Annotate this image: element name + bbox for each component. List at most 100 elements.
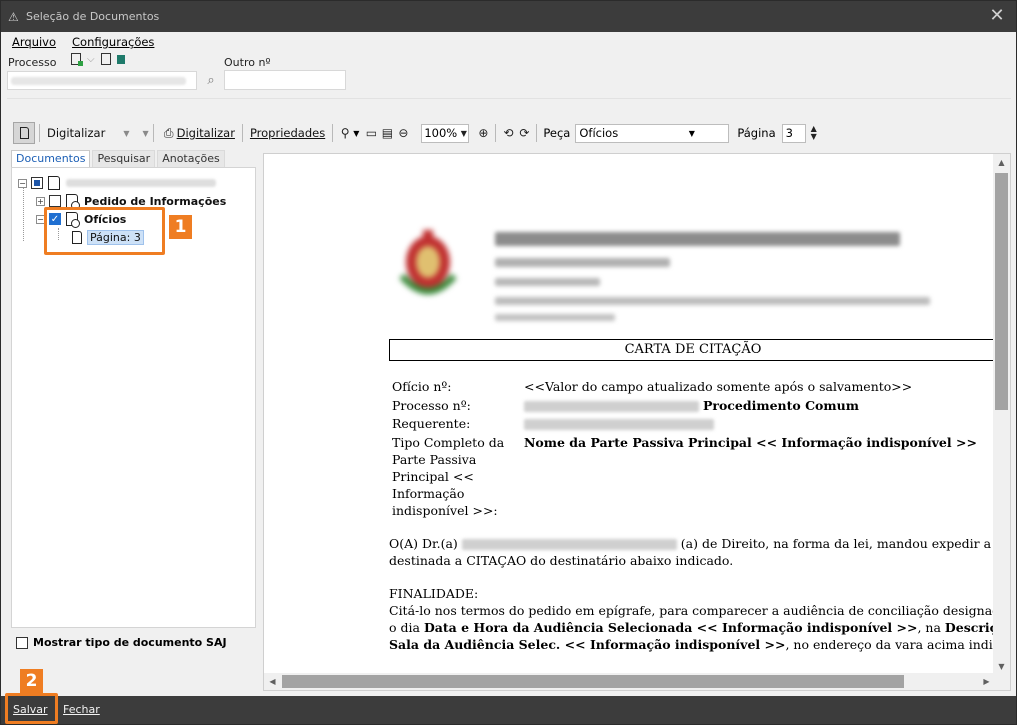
- tree-connector: [23, 185, 24, 241]
- scroll-left-icon[interactable]: ◀: [264, 673, 281, 690]
- document-icon: [48, 176, 60, 190]
- close-button[interactable]: Fechar: [63, 701, 100, 719]
- fit-page-icon[interactable]: ▤: [379, 125, 395, 141]
- menu-configuracoes[interactable]: Configurações: [72, 35, 154, 49]
- para-text: Data e Hora da Audiência Selecionada << …: [423, 620, 918, 635]
- field-label-wrap: Informação: [392, 486, 465, 501]
- zoom-in-icon[interactable]: ⊕: [475, 125, 491, 141]
- scan-dropdown[interactable]: Digitalizar ▼: [44, 122, 132, 144]
- other-number-label: Outro nº: [224, 56, 271, 69]
- zoom-icon[interactable]: ⚲: [337, 125, 353, 141]
- letter-title: CARTA DE CITAÇÃO: [389, 339, 995, 361]
- redacted-value: [11, 77, 186, 85]
- page-spinner[interactable]: ▲ ▼: [811, 125, 817, 141]
- other-number-input[interactable]: [224, 70, 346, 90]
- scan-button[interactable]: ⎙ Digitalizar: [158, 122, 238, 144]
- dropdown-arrow-icon[interactable]: ▼: [142, 129, 148, 138]
- search-icon[interactable]: ⌕: [202, 72, 220, 90]
- toolbar-separator: [536, 124, 538, 142]
- para-text: , no endereço da vara acima indicado.: [785, 637, 995, 652]
- field-value: Nome da Parte Passiva Principal << Infor…: [524, 435, 977, 450]
- para-text: o dia: [389, 620, 424, 635]
- field-label-wrap: Parte Passiva: [392, 452, 477, 467]
- root-checkbox[interactable]: [31, 177, 43, 189]
- dropdown-arrow-icon[interactable]: ▼: [353, 129, 359, 138]
- dropdown-arrow-icon: ▼: [123, 128, 130, 138]
- paragraph-line: o dia Data e Hora da Audiência Seleciona…: [389, 619, 995, 636]
- zoom-select[interactable]: 100% ▼: [421, 123, 470, 143]
- redacted-root-label: [66, 179, 216, 187]
- tab-anotacoes[interactable]: Anotações: [157, 150, 225, 167]
- vertical-scrollbar[interactable]: ▲ ▼: [993, 154, 1010, 675]
- para-text: (a) de Direito, na forma da lei, mandou …: [680, 536, 995, 551]
- field-label: Requerente:: [392, 416, 471, 431]
- process-number-input[interactable]: [7, 71, 197, 90]
- toolbar-separator: [495, 124, 497, 142]
- chevron-down-icon: ▼: [460, 128, 467, 138]
- title-bar: ⚠ Seleção de Documentos ✕: [1, 1, 1016, 32]
- page-label: Página: [737, 126, 776, 140]
- toolbar-separator: [241, 124, 243, 142]
- horizontal-scrollbar[interactable]: ◀ ▶: [264, 673, 995, 690]
- scan-label: Digitalizar: [47, 126, 106, 140]
- redacted-court-line: [495, 278, 600, 286]
- chevron-down-icon[interactable]: ⌵: [87, 54, 95, 65]
- divider: [7, 98, 1011, 99]
- menu-arquivo[interactable]: Arquivo: [12, 35, 56, 49]
- para-text: , na: [917, 620, 945, 635]
- paragraph-line: O(A) Dr.(a) (a) de Direito, na forma da …: [389, 535, 995, 552]
- tab-documentos[interactable]: Documentos: [11, 150, 91, 167]
- field-label: Processo nº:: [392, 398, 471, 413]
- para-text: Sala da Audiência Selec. << Informação i…: [389, 637, 786, 652]
- show-type-checkbox[interactable]: [16, 636, 28, 649]
- redacted-process-number: [524, 401, 699, 412]
- toolbar-separator: [152, 124, 154, 142]
- close-icon[interactable]: ✕: [988, 7, 1006, 25]
- redacted-plaintiff: [524, 419, 714, 430]
- page-mode-button[interactable]: [13, 122, 35, 144]
- toolbar: Digitalizar ▼ ▼ ⎙ Digitalizar Propriedades…: [13, 121, 1013, 145]
- expand-icon[interactable]: +: [36, 196, 45, 206]
- tab-pesquisar[interactable]: Pesquisar: [92, 150, 156, 167]
- page-input[interactable]: 3: [781, 123, 806, 143]
- page-icon[interactable]: [100, 53, 111, 65]
- para-text: O(A) Dr.(a): [389, 536, 458, 551]
- redacted-address-line: [495, 297, 930, 305]
- node-checkbox[interactable]: [49, 195, 61, 207]
- show-type-option[interactable]: Mostrar tipo de documento SAJ: [16, 636, 227, 649]
- chevron-down-icon: ▼: [688, 128, 695, 138]
- rotate-left-icon[interactable]: ⟲: [500, 125, 516, 141]
- properties-button[interactable]: Propriedades: [247, 122, 328, 144]
- document-viewer[interactable]: CARTA DE CITAÇÃO Ofício nº: <<Valor do c…: [263, 153, 1011, 691]
- tree-root[interactable]: −: [18, 175, 216, 191]
- new-document-icon[interactable]: [71, 53, 83, 66]
- page-icon: [19, 127, 29, 139]
- scroll-thumb[interactable]: [282, 675, 904, 688]
- window-title: Seleção de Documentos: [26, 10, 160, 23]
- spin-down-icon[interactable]: ▼: [811, 133, 817, 141]
- collapse-icon[interactable]: −: [18, 178, 27, 188]
- zoom-value: 100%: [424, 126, 458, 140]
- paragraph-line: Sala da Audiência Selec. << Informação i…: [389, 636, 995, 653]
- fit-width-icon[interactable]: ▭: [363, 125, 379, 141]
- field-value: Procedimento Comum: [702, 398, 859, 413]
- scroll-thumb[interactable]: [995, 173, 1008, 410]
- field-label: Tipo Completo da: [392, 435, 505, 450]
- redacted-court-name: [495, 232, 900, 246]
- rotate-right-icon[interactable]: ⟳: [516, 125, 532, 141]
- field-label-wrap: indisponível >>:: [392, 503, 498, 518]
- field-value-row: [524, 415, 714, 432]
- piece-select[interactable]: Ofícios ▼: [575, 123, 730, 143]
- menu-bar: Arquivo Configurações: [12, 35, 154, 49]
- toolbar-separator: [39, 124, 40, 142]
- footer-bar: Salvar Fechar: [1, 696, 1016, 724]
- scroll-up-icon[interactable]: ▲: [993, 154, 1010, 171]
- status-square-icon: [116, 54, 125, 64]
- field-value: <<Valor do campo atualizado somente após…: [524, 379, 913, 394]
- app-icon: ⚠: [8, 9, 19, 24]
- scan-icon: ⎙: [163, 125, 174, 140]
- redacted-address-line: [495, 314, 615, 321]
- section-heading: FINALIDADE:: [389, 586, 479, 601]
- scan-button-label: Digitalizar: [176, 126, 235, 140]
- zoom-out-icon[interactable]: ⊖: [395, 125, 411, 141]
